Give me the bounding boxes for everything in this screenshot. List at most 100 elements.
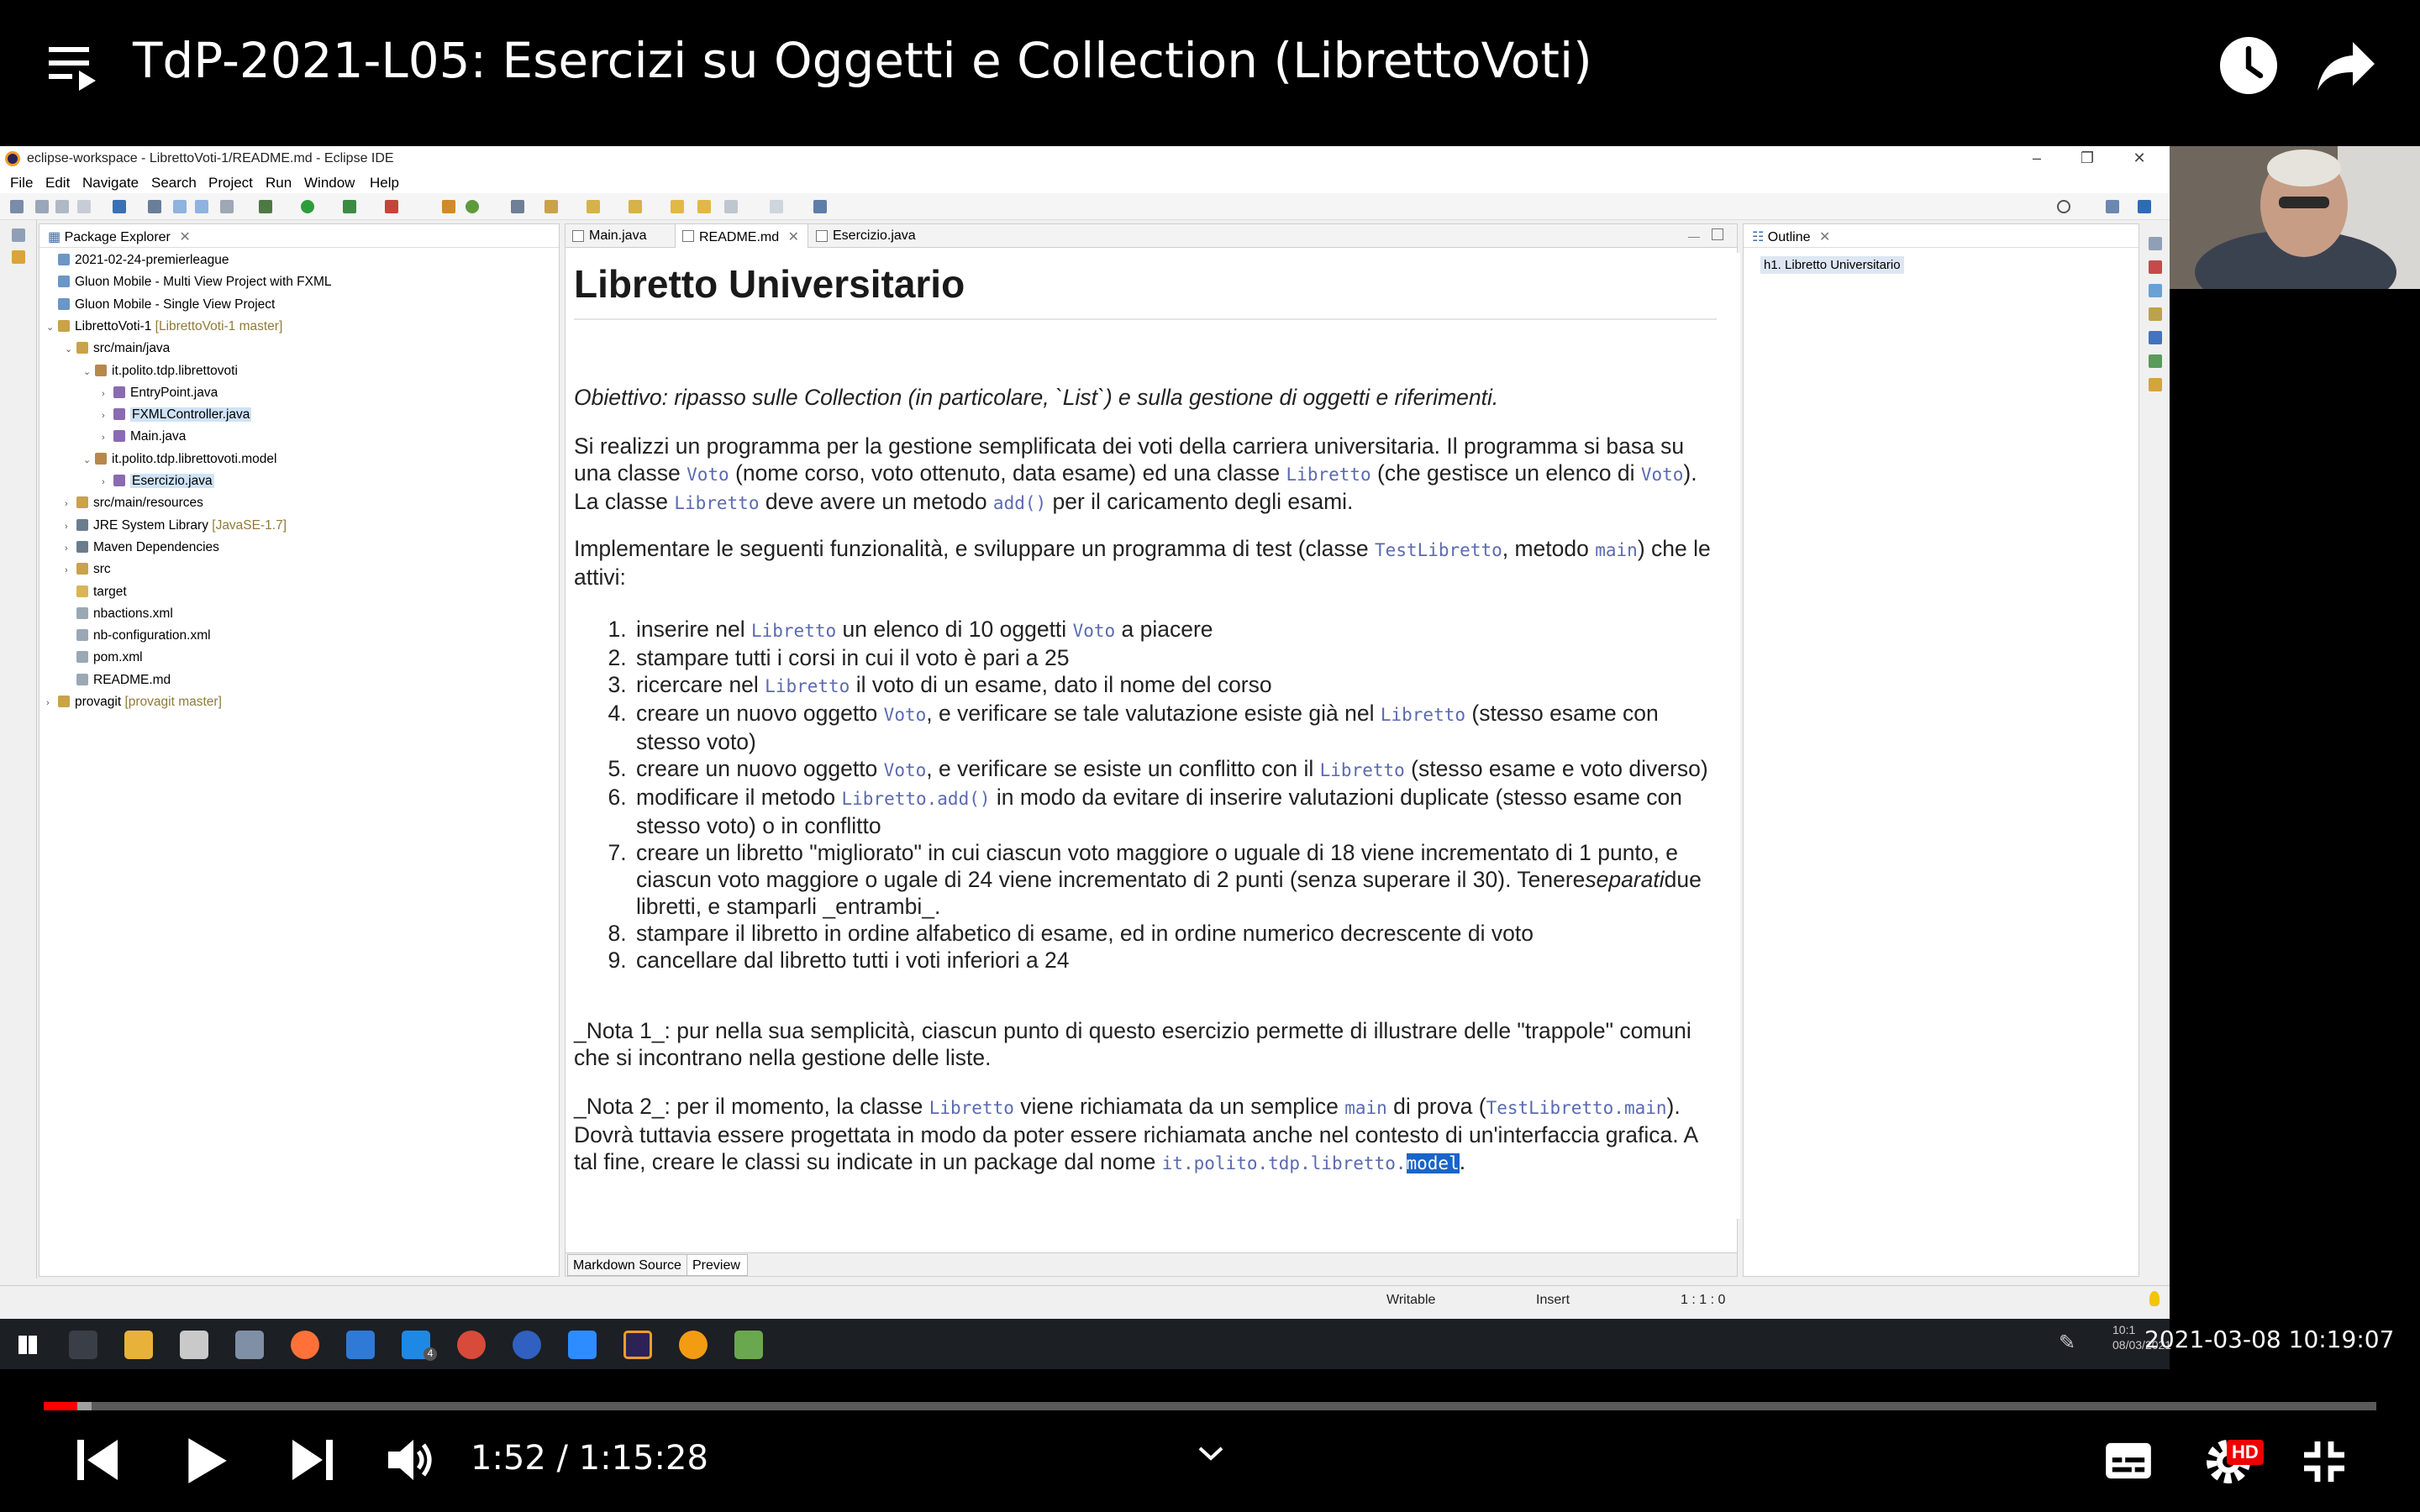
problems-icon[interactable] (2149, 260, 2162, 274)
link-icon[interactable] (148, 200, 161, 213)
tree-item[interactable]: › JRE System Library [JavaSE-1.7] (65, 518, 287, 538)
tab-main-java[interactable]: Main.java (566, 224, 655, 248)
tree-item[interactable]: Gluon Mobile - Single View Project (46, 297, 275, 318)
console-icon[interactable] (2149, 331, 2162, 344)
expand-toggle-icon[interactable]: › (65, 522, 76, 532)
tree-item[interactable]: › provagit [provagit master] (46, 695, 222, 715)
previous-icon[interactable] (74, 1435, 121, 1485)
forward-icon[interactable] (770, 200, 783, 213)
whitespace-icon[interactable] (220, 200, 234, 213)
package-explorer-tab[interactable]: ▦ Package Explorer ✕ (39, 224, 559, 248)
save-all-icon[interactable] (55, 200, 69, 213)
volume-icon[interactable] (385, 1435, 435, 1485)
java-perspective-icon[interactable] (2138, 200, 2151, 213)
open-type-icon[interactable] (511, 200, 524, 213)
tree-item[interactable]: nbactions.xml (65, 606, 173, 627)
tree-item[interactable]: › Esercizio.java (102, 474, 214, 494)
close-tab-icon[interactable]: ✕ (788, 230, 799, 244)
new-icon[interactable] (10, 200, 24, 213)
tab-markdown-source[interactable]: Markdown Source (567, 1254, 689, 1276)
new-java-package-icon[interactable] (442, 200, 455, 213)
tree-item[interactable]: › Main.java (102, 429, 186, 449)
outline-item[interactable]: h1. Libretto Universitario (1760, 256, 1904, 274)
package-view-icon[interactable] (12, 250, 25, 264)
tree-item[interactable]: README.md (65, 673, 171, 693)
minimize-editor-icon[interactable]: — (1688, 229, 1700, 243)
progress-icon[interactable] (2149, 354, 2162, 368)
outline-tab[interactable]: ☷ Outline ✕ (1744, 224, 2139, 248)
tab-preview[interactable]: Preview (687, 1254, 748, 1276)
close-button[interactable]: ✕ (2129, 150, 2149, 168)
file-explorer-icon[interactable] (124, 1331, 153, 1359)
app-icon[interactable] (513, 1331, 541, 1359)
store-icon[interactable] (180, 1331, 208, 1359)
tree-item[interactable]: ⌄ it.polito.tdp.librettovoti.model (83, 452, 276, 472)
lightbulb-icon[interactable] (2149, 1291, 2160, 1306)
coverage-icon[interactable] (343, 200, 356, 213)
watch-later-icon[interactable] (2218, 35, 2279, 96)
external-tools-icon[interactable] (385, 200, 398, 213)
restore-button[interactable]: ❐ (2077, 150, 2097, 168)
playlist-icon[interactable] (49, 44, 103, 91)
menu-edit[interactable]: Edit (45, 175, 70, 192)
pen-icon[interactable]: ✎ (2059, 1331, 2075, 1355)
expand-toggle-icon[interactable]: › (102, 389, 113, 399)
expand-toggle-icon[interactable]: › (102, 477, 113, 487)
app-icon[interactable] (679, 1331, 708, 1359)
search-tool-icon[interactable] (544, 200, 558, 213)
app-icon[interactable] (734, 1331, 763, 1359)
declaration-icon[interactable] (2149, 307, 2162, 321)
expand-toggle-icon[interactable]: › (65, 543, 76, 554)
windows-start-icon[interactable] (18, 1336, 37, 1354)
expand-toggle-icon[interactable]: ⌄ (65, 344, 76, 354)
tab-readme-md[interactable]: README.md ✕ (675, 224, 808, 248)
expand-toggle-icon[interactable]: ⌄ (83, 454, 95, 465)
restore-right-icon[interactable] (2149, 237, 2162, 250)
expand-toggle-icon[interactable]: › (65, 499, 76, 509)
expand-toggle-icon[interactable]: › (46, 698, 58, 708)
tree-item[interactable]: pom.xml (65, 650, 143, 670)
search-icon[interactable] (2057, 200, 2070, 213)
next-icon[interactable] (289, 1435, 336, 1485)
task-view-icon[interactable] (69, 1331, 97, 1359)
expand-toggle-icon[interactable]: › (102, 411, 113, 421)
app-icon[interactable] (235, 1331, 264, 1359)
tree-item[interactable]: ⌄ it.polito.tdp.librettovoti (83, 364, 238, 384)
eclipse-taskbar-icon[interactable] (623, 1331, 652, 1359)
tree-item[interactable]: ⌄ src/main/java (65, 341, 170, 361)
tree-item[interactable]: nb-configuration.xml (65, 628, 211, 648)
print-icon[interactable] (77, 200, 91, 213)
tree-item[interactable]: › Maven Dependencies (65, 540, 219, 560)
menu-navigate[interactable]: Navigate (82, 175, 139, 192)
forward-history-icon[interactable] (697, 200, 711, 213)
tree-item[interactable]: 2021-02-24-premierleague (46, 253, 229, 273)
chrome-icon[interactable] (457, 1331, 486, 1359)
new-class-icon[interactable] (466, 200, 479, 213)
menu-file[interactable]: File (10, 175, 33, 192)
tree-item[interactable]: › EntryPoint.java (102, 386, 218, 406)
share-icon[interactable] (2316, 39, 2376, 92)
subtitles-icon[interactable] (2104, 1441, 2153, 1480)
javadoc-icon[interactable] (2149, 284, 2162, 297)
expand-toggle-icon[interactable]: › (102, 433, 113, 443)
expand-toggle-icon[interactable]: › (65, 565, 76, 575)
prev-annotation-icon[interactable] (629, 200, 642, 213)
app-icon[interactable] (346, 1331, 375, 1359)
firefox-icon[interactable] (291, 1331, 319, 1359)
save-icon[interactable] (35, 200, 49, 213)
tree-item[interactable]: target (65, 585, 127, 605)
menu-run[interactable]: Run (266, 175, 292, 192)
next-annotation-icon[interactable] (587, 200, 600, 213)
tree-item[interactable]: Gluon Mobile - Multi View Project with F… (46, 275, 332, 295)
minimize-button[interactable]: – (2027, 150, 2047, 168)
tab-esercizio-java[interactable]: Esercizio.java (809, 224, 924, 248)
expand-toggle-icon[interactable]: ⌄ (83, 366, 95, 377)
zoom-icon[interactable] (568, 1331, 597, 1359)
tree-item[interactable]: ⌄ LibrettoVoti-1 [LibrettoVoti-1 master] (46, 319, 282, 339)
exit-fullscreen-icon[interactable] (2301, 1438, 2348, 1485)
restore-view-icon[interactable] (12, 228, 25, 242)
debug-icon[interactable] (259, 200, 272, 213)
menu-project[interactable]: Project (208, 175, 253, 192)
open-perspective-icon[interactable] (2106, 200, 2119, 213)
chevron-down-icon[interactable] (1197, 1443, 1225, 1463)
